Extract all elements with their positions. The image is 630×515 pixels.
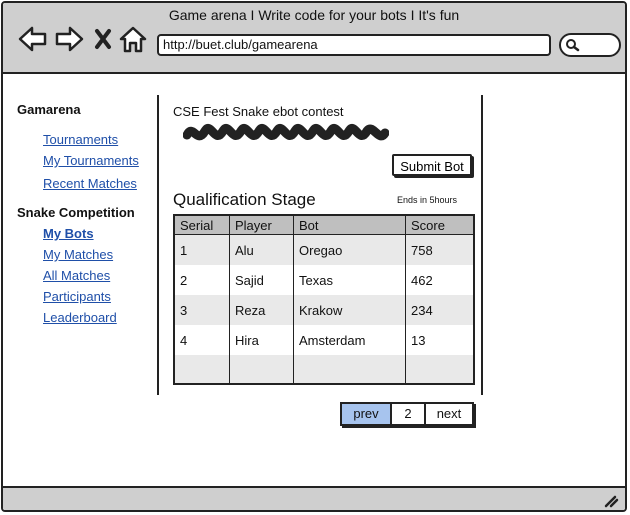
cell-bot: Amsterdam xyxy=(293,325,406,355)
cell-empty xyxy=(174,355,230,384)
cell-empty xyxy=(229,355,294,384)
search-box[interactable] xyxy=(559,33,621,57)
redacted-scribble xyxy=(183,124,389,141)
column-header-bot[interactable]: Bot xyxy=(293,215,406,235)
pagination-page-button[interactable]: 2 xyxy=(392,404,426,424)
sidebar-link-leaderboard[interactable]: Leaderboard xyxy=(43,310,157,326)
cell-serial: 4 xyxy=(174,325,230,355)
contest-title: CSE Fest Snake ebot contest xyxy=(173,104,344,119)
submit-bot-button[interactable]: Submit Bot xyxy=(392,154,472,176)
sidebar-link-my-tournaments[interactable]: My Tournaments xyxy=(43,153,157,169)
table-header-row: Serial Player Bot Score xyxy=(174,215,475,235)
search-icon xyxy=(566,39,580,52)
cell-score: 758 xyxy=(405,234,475,265)
sidebar-heading-snake-competition: Snake Competition xyxy=(17,205,135,220)
leaderboard-table: Serial Player Bot Score 1 Alu Oregao 758… xyxy=(173,214,475,385)
pagination-prev-button[interactable]: prev xyxy=(342,404,392,424)
cell-serial: 3 xyxy=(174,295,230,325)
sidebar-nav: Gamarena Tournaments My Tournaments Rece… xyxy=(17,102,157,326)
cell-bot: Oregao xyxy=(293,234,406,265)
cell-empty xyxy=(405,355,475,384)
forward-arrow-icon[interactable] xyxy=(53,23,85,55)
cell-score: 13 xyxy=(405,325,475,355)
cell-player: Reza xyxy=(229,295,294,325)
sidebar-link-participants[interactable]: Participants xyxy=(43,289,157,305)
column-header-serial[interactable]: Serial xyxy=(174,215,230,235)
table-row[interactable]: 4 Hira Amsterdam 13 xyxy=(174,325,475,355)
resize-grip-icon[interactable] xyxy=(603,492,619,508)
cell-player: Alu xyxy=(229,234,294,265)
window-title: Game arena I Write code for your bots I … xyxy=(168,7,460,23)
sidebar-heading-gamarena: Gamarena xyxy=(17,102,81,117)
cell-empty xyxy=(293,355,406,384)
cell-serial: 1 xyxy=(174,234,230,265)
table-row[interactable]: 3 Reza Krakow 234 xyxy=(174,295,475,325)
table-row-empty xyxy=(174,355,475,384)
ends-in-label: Ends in 5hours xyxy=(397,195,458,205)
status-bar xyxy=(3,486,625,510)
sidebar-link-my-matches[interactable]: My Matches xyxy=(43,247,157,263)
column-header-player[interactable]: Player xyxy=(229,215,294,235)
content-panel: CSE Fest Snake ebot contest Submit Bot Q… xyxy=(157,95,483,395)
column-header-score[interactable]: Score xyxy=(405,215,475,235)
table-row[interactable]: 1 Alu Oregao 758 xyxy=(174,234,475,265)
cell-serial: 2 xyxy=(174,265,230,295)
cell-score: 234 xyxy=(405,295,475,325)
cell-bot: Krakow xyxy=(293,295,406,325)
cell-score: 462 xyxy=(405,265,475,295)
home-icon[interactable] xyxy=(117,23,149,55)
browser-toolbar: Game arena I Write code for your bots I … xyxy=(3,3,625,74)
pagination-next-button[interactable]: next xyxy=(426,404,472,424)
cell-bot: Texas xyxy=(293,265,406,295)
back-arrow-icon[interactable] xyxy=(17,23,49,55)
cell-player: Hira xyxy=(229,325,294,355)
browser-window: Game arena I Write code for your bots I … xyxy=(1,1,627,512)
sidebar-link-all-matches[interactable]: All Matches xyxy=(43,268,157,284)
url-input[interactable]: http://buet.club/gamearena xyxy=(157,34,551,56)
pagination: prev 2 next xyxy=(340,402,474,426)
sidebar-link-my-bots[interactable]: My Bots xyxy=(43,226,157,242)
cell-player: Sajid xyxy=(229,265,294,295)
stage-title: Qualification Stage xyxy=(173,190,316,209)
sidebar-link-tournaments[interactable]: Tournaments xyxy=(43,132,157,148)
table-row[interactable]: 2 Sajid Texas 462 xyxy=(174,265,475,295)
sidebar-link-recent-matches[interactable]: Recent Matches xyxy=(43,176,157,192)
